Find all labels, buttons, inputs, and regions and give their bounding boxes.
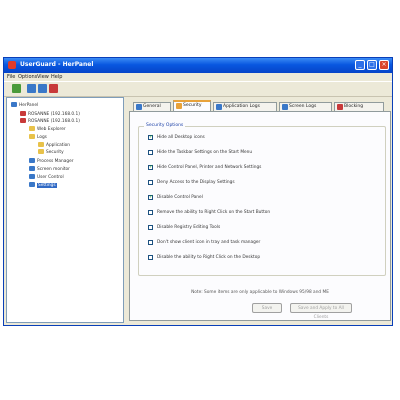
toolbar [4, 81, 392, 97]
option-label: Hide the Taskbar Settings on the Start M… [157, 150, 253, 155]
tree-node[interactable]: Web Explorer [29, 126, 66, 132]
option-label: Disable Control Panel [157, 195, 203, 200]
tab-application-logs[interactable]: Application Logs [213, 102, 277, 111]
tree-node[interactable]: Settings [29, 182, 57, 188]
group-title: Security Options [144, 123, 186, 128]
app-icon [8, 61, 16, 69]
tree-node[interactable]: ROSANNE (192.168.0.1) [20, 118, 80, 124]
title-bar[interactable]: UserGuard - HerPanel _ □ × [4, 58, 392, 73]
tree-node-icon [29, 182, 35, 187]
tree-node-label: Web Explorer [37, 127, 66, 132]
tab-label: Screen Logs [289, 104, 317, 109]
tree-node-icon [11, 102, 17, 107]
tree-node-icon [20, 111, 26, 116]
option-label: Remove the ability to Right Click on the… [157, 210, 271, 215]
tab-blocking[interactable]: Blocking [334, 102, 384, 111]
main-window: UserGuard - HerPanel _ □ × File Options … [3, 57, 393, 326]
option-checkbox[interactable] [148, 225, 153, 230]
menu-help[interactable]: Help [51, 74, 62, 80]
computer-icon[interactable] [12, 84, 21, 93]
option-label: Deny Access to the Display Settings [157, 180, 235, 185]
close-button[interactable]: × [379, 60, 389, 70]
window-title: UserGuard - HerPanel [20, 61, 94, 68]
tree-node[interactable]: User Control [29, 174, 64, 180]
client-tree[interactable]: HerPanel ROSANNE (192.168.0.1) ROSANNE (19… [6, 97, 124, 323]
tree-node-label: Application [46, 143, 71, 148]
tab-icon [136, 104, 142, 110]
tree-node-label: User Control [37, 175, 64, 180]
menu-file[interactable]: File [7, 74, 15, 80]
tree-node-icon [38, 149, 44, 154]
option-label: Disable Registry Editing Tools [157, 225, 221, 230]
option-label: Hide Control Panel, Printer and Network … [157, 165, 262, 170]
save-apply-all-button[interactable]: Save and Apply to All Clients [290, 303, 352, 320]
tab-label: General [143, 104, 161, 109]
maximize-button[interactable]: □ [367, 60, 377, 70]
option-checkbox[interactable] [148, 240, 153, 245]
tab-screen-logs[interactable]: Screen Logs [279, 102, 332, 111]
tree-node-label: Logs [37, 135, 47, 140]
option-label: Disable the ability to Right Click on th… [157, 255, 261, 260]
menu-view[interactable]: View [37, 74, 49, 80]
tree-node[interactable]: Process Manager [29, 158, 74, 164]
refresh-icon[interactable] [27, 84, 36, 93]
tree-node-icon [29, 166, 35, 171]
tree-node[interactable]: Application [38, 142, 70, 148]
network-icon[interactable] [38, 84, 47, 93]
option-checkbox[interactable] [148, 134, 153, 141]
tree-node-icon [20, 118, 26, 123]
tab-icon [337, 104, 343, 110]
tree-node-icon [29, 134, 35, 139]
tree-node-label: Security [46, 150, 64, 155]
option-checkbox[interactable] [148, 180, 153, 185]
minimize-button[interactable]: _ [355, 60, 365, 70]
tree-node[interactable]: ROSANNE (192.168.0.1) [20, 111, 80, 117]
tab-icon [282, 104, 288, 110]
tree-node-icon [29, 158, 35, 163]
tab-label: Blocking [344, 104, 364, 109]
option-checkbox[interactable] [148, 150, 153, 155]
tree-node[interactable]: HerPanel [11, 102, 38, 108]
option-label: Hide all Desktop icons [157, 135, 205, 140]
tree-node-label: HerPanel [19, 103, 39, 108]
save-button[interactable]: Save [252, 303, 282, 313]
tree-node-label: Process Manager [37, 159, 74, 164]
security-panel: Security Options Hide all Desktop icons H… [129, 111, 391, 321]
tree-node[interactable]: Screen monitor [29, 166, 70, 172]
tree-node-label: ROSANNE (192.168.0.1) [28, 112, 80, 117]
tree-node-label: Screen monitor [37, 167, 70, 172]
compatibility-note: Note: Some items are only applicable to … [191, 290, 329, 295]
tab-label: Security [183, 103, 202, 108]
tree-node[interactable]: Security [38, 149, 64, 155]
menu-bar: File Options View Help [4, 73, 392, 81]
tree-node-icon [38, 142, 44, 147]
tab-icon [176, 103, 182, 109]
option-checkbox[interactable] [148, 194, 153, 201]
tab-label: Application Logs [223, 104, 260, 109]
tab-general[interactable]: General [133, 102, 171, 111]
tree-node-label: ROSANNE (192.168.0.1) [28, 119, 80, 124]
option-label: Don't show client icon in tray and task … [157, 240, 261, 245]
tree-node-icon [29, 174, 35, 179]
flag-icon[interactable] [49, 84, 58, 93]
tab-icon [216, 104, 222, 110]
tree-node[interactable]: Logs [29, 134, 47, 140]
menu-options[interactable]: Options [18, 74, 37, 80]
option-checkbox[interactable] [148, 255, 153, 260]
option-checkbox[interactable] [148, 210, 153, 215]
tree-node-icon [29, 126, 35, 131]
option-checkbox[interactable] [148, 164, 153, 171]
tree-node-label: Settings [37, 183, 57, 188]
